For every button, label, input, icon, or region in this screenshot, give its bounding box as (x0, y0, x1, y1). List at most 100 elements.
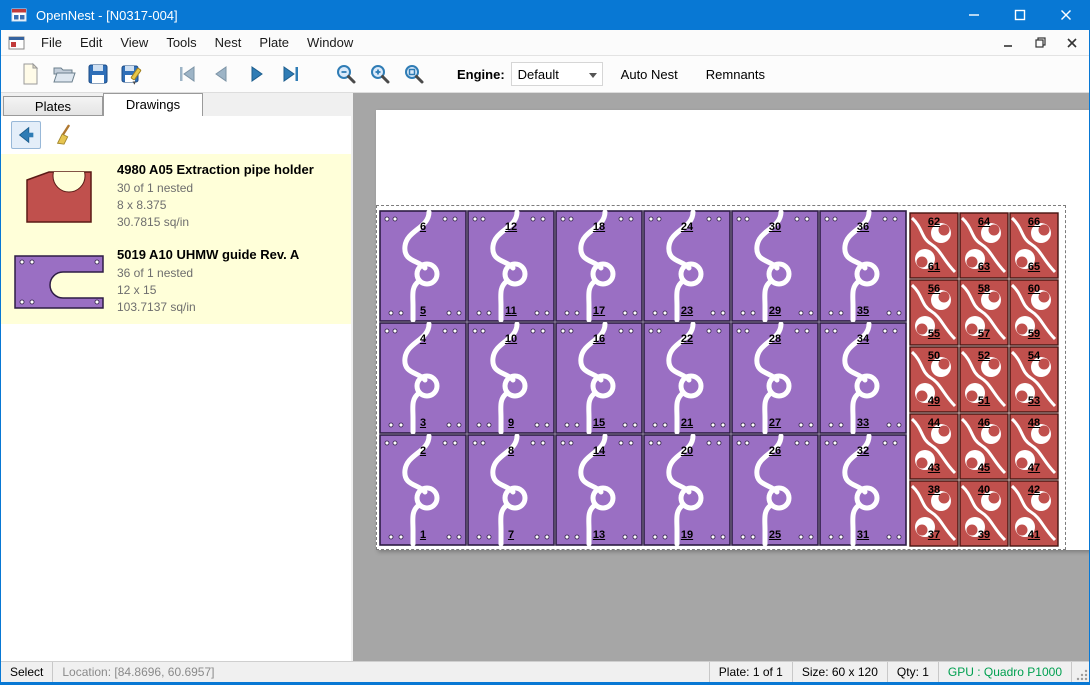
menu-tools[interactable]: Tools (157, 31, 205, 54)
engine-select[interactable]: Default (511, 62, 603, 86)
part-number: 11 (467, 305, 555, 317)
left-panel: Plates Drawings (1, 93, 351, 661)
purple-part-pair[interactable]: 3433 (819, 322, 907, 434)
part-number: 7 (467, 529, 555, 541)
nest-canvas[interactable]: 65 1211 1817 2423 (353, 93, 1090, 661)
purple-part-pair[interactable]: 65 (379, 210, 467, 322)
resize-grip[interactable] (1071, 662, 1089, 682)
open-button[interactable] (47, 59, 81, 89)
open-folder-icon (52, 62, 76, 86)
red-part-pair[interactable]: 4039 (959, 480, 1009, 547)
toolbar: Engine: Default Auto Nest Remnants (1, 56, 1089, 93)
window-controls (951, 0, 1089, 30)
mdi-close-button[interactable] (1063, 34, 1081, 52)
first-arrow-icon (177, 63, 199, 85)
red-part-pair[interactable]: 4241 (1009, 480, 1059, 547)
tab-plates[interactable]: Plates (3, 96, 103, 116)
red-part-pair[interactable]: 5049 (909, 346, 959, 413)
red-part-pair[interactable]: 4645 (959, 413, 1009, 480)
mdi-restore-button[interactable] (1031, 34, 1049, 52)
purple-part-pair[interactable]: 2019 (643, 434, 731, 546)
window-title: OpenNest - [N0317-004] (36, 8, 178, 23)
purple-part-pair[interactable]: 3029 (731, 210, 819, 322)
zoom-in-button[interactable] (363, 59, 397, 89)
menu-edit[interactable]: Edit (71, 31, 111, 54)
return-part-button[interactable] (11, 121, 41, 149)
menu-window[interactable]: Window (298, 31, 362, 54)
zoom-out-icon (334, 62, 358, 86)
remnants-button[interactable]: Remnants (696, 61, 775, 88)
purple-part-pair[interactable]: 2625 (731, 434, 819, 546)
save-as-button[interactable] (115, 59, 149, 89)
part-number: 45 (959, 462, 1009, 474)
purple-part-pair[interactable]: 2221 (643, 322, 731, 434)
menu-nest[interactable]: Nest (206, 31, 251, 54)
first-plate-button[interactable] (171, 59, 205, 89)
red-part-pair[interactable]: 4443 (909, 413, 959, 480)
part-number: 66 (1009, 216, 1059, 228)
new-button[interactable] (13, 59, 47, 89)
purple-part-pair[interactable]: 21 (379, 434, 467, 546)
red-part-pair[interactable]: 3837 (909, 480, 959, 547)
save-button[interactable] (81, 59, 115, 89)
purple-part-pair[interactable]: 43 (379, 322, 467, 434)
blue-arrow-left-icon (15, 124, 37, 146)
purple-part-pair[interactable]: 109 (467, 322, 555, 434)
red-part-pair[interactable]: 5453 (1009, 346, 1059, 413)
purple-part-pair[interactable]: 1413 (555, 434, 643, 546)
purple-part-pair[interactable]: 1211 (467, 210, 555, 322)
purple-part-pair[interactable]: 3231 (819, 434, 907, 546)
auto-nest-button[interactable]: Auto Nest (611, 61, 688, 88)
zoom-fit-button[interactable] (397, 59, 431, 89)
red-part-pair[interactable]: 5251 (959, 346, 1009, 413)
red-part-pair[interactable]: 5655 (909, 279, 959, 346)
purple-part-pair[interactable]: 1615 (555, 322, 643, 434)
part-number: 10 (467, 333, 555, 345)
part-number: 43 (909, 462, 959, 474)
part-number: 57 (959, 328, 1009, 340)
menu-file[interactable]: File (32, 31, 71, 54)
zoom-out-button[interactable] (329, 59, 363, 89)
last-plate-button[interactable] (273, 59, 307, 89)
purple-part-pair[interactable]: 1817 (555, 210, 643, 322)
part-number: 5 (379, 305, 467, 317)
menubar: File Edit View Tools Nest Plate Window (1, 30, 1089, 56)
red-part-pair[interactable]: 6463 (959, 212, 1009, 279)
red-part-pair[interactable]: 66 65 (1009, 212, 1059, 279)
previous-plate-button[interactable] (205, 59, 239, 89)
status-gpu: GPU : Quadro P1000 (938, 662, 1071, 682)
drawing-item-extraction-pipe-holder[interactable]: 4980 A05 Extraction pipe holder 30 of 1 … (1, 154, 351, 239)
status-qty: Qty: 1 (887, 662, 938, 682)
main-area: Plates Drawings (1, 93, 1089, 661)
mdi-minimize-button[interactable] (999, 34, 1017, 52)
part-number: 34 (819, 333, 907, 345)
part-number: 54 (1009, 350, 1059, 362)
purple-part-pair[interactable]: 2827 (731, 322, 819, 434)
part-number: 8 (467, 445, 555, 457)
mdi-window-controls (999, 34, 1081, 52)
drawing-item-uhmw-guide[interactable]: 5019 A10 UHMW guide Rev. A 36 of 1 neste… (1, 239, 351, 324)
status-size: Size: 60 x 120 (792, 662, 887, 682)
purple-part-pair[interactable]: 3635 (819, 210, 907, 322)
close-button[interactable] (1043, 0, 1089, 30)
maximize-button[interactable] (997, 0, 1043, 30)
red-part-pair[interactable]: 6059 (1009, 279, 1059, 346)
red-part-pair[interactable]: 5857 (959, 279, 1009, 346)
part-number: 39 (959, 529, 1009, 541)
red-part-pair[interactable]: 4847 (1009, 413, 1059, 480)
engine-label: Engine: (457, 67, 505, 82)
red-part-pair[interactable]: 6261 (909, 212, 959, 279)
clear-button[interactable] (49, 121, 79, 149)
child-window-icon[interactable] (8, 35, 26, 51)
tab-drawings[interactable]: Drawings (103, 93, 203, 116)
purple-part-pair[interactable]: 2423 (643, 210, 731, 322)
part-number: 65 (1009, 261, 1059, 273)
part-number: 27 (731, 417, 819, 429)
next-plate-button[interactable] (239, 59, 273, 89)
purple-part-pair[interactable]: 87 (467, 434, 555, 546)
drawing-title: 4980 A05 Extraction pipe holder (117, 162, 314, 177)
menu-plate[interactable]: Plate (250, 31, 298, 54)
drawing-title: 5019 A10 UHMW guide Rev. A (117, 247, 299, 262)
menu-view[interactable]: View (111, 31, 157, 54)
minimize-button[interactable] (951, 0, 997, 30)
